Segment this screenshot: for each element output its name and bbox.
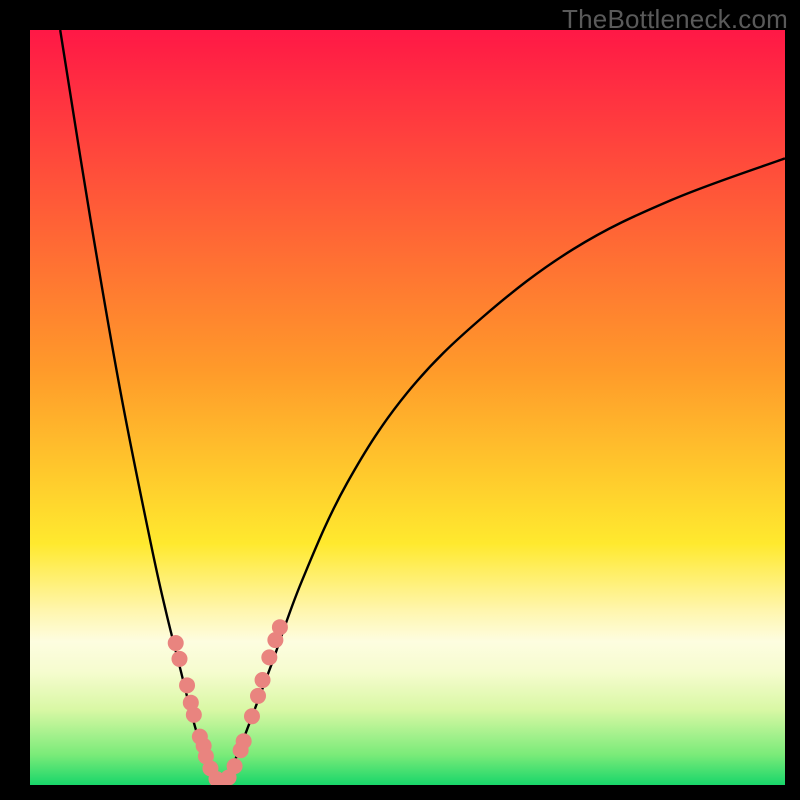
bottleneck-curve <box>30 30 785 785</box>
data-point <box>171 651 187 667</box>
plot-area <box>30 30 785 785</box>
chart-frame: TheBottleneck.com <box>0 0 800 800</box>
data-point <box>255 672 271 688</box>
data-point <box>236 733 252 749</box>
data-point <box>250 688 266 704</box>
data-point <box>227 758 243 774</box>
watermark-text: TheBottleneck.com <box>562 4 788 35</box>
data-point <box>261 649 277 665</box>
data-point <box>186 707 202 723</box>
data-point <box>179 677 195 693</box>
data-point <box>272 619 288 635</box>
data-point <box>168 635 184 651</box>
data-point <box>244 708 260 724</box>
